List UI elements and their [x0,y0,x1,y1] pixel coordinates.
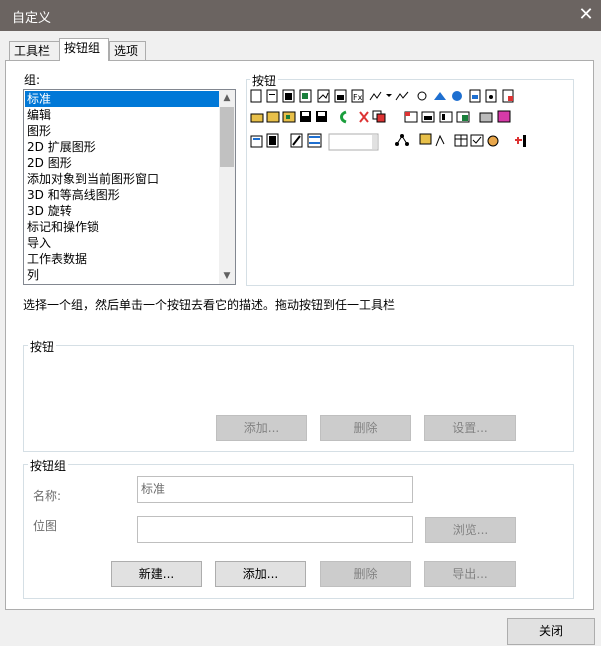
close-icon [359,111,369,123]
tab-options[interactable]: 选项 [109,41,146,60]
list-item[interactable]: 标记和操作锁 [25,219,220,235]
new-workbook-icon [266,89,278,103]
list-item[interactable]: 布局 [25,283,220,284]
list-item[interactable]: 2D 扩展图形 [25,139,220,155]
list-item[interactable]: 工作表数据 [25,251,220,267]
bitmap-field[interactable] [137,516,413,543]
new-project-icon [250,89,262,103]
code-builder-icon [290,133,303,148]
new-function-icon: Fx [351,89,364,103]
add-button[interactable]: 添加... [216,415,307,441]
refresh-icon [497,110,511,123]
print2-icon [456,111,470,123]
new-2d-plot-icon [369,91,392,101]
settings-button[interactable]: 设置... [424,415,516,441]
new-layout-icon [395,91,409,101]
new-matrix-icon [334,89,347,103]
template-icon [434,92,446,100]
name-field[interactable]: 标准 [137,476,413,503]
merge-icon [421,111,435,123]
table-icon [454,134,468,147]
command-window-icon [266,133,279,148]
export-icon [485,89,497,103]
svg-text:Fx: Fx [353,93,363,102]
calculator-icon [470,134,484,147]
save-project-icon [300,111,311,122]
list-item[interactable]: 图形 [25,123,220,139]
new-excel-icon [299,89,312,103]
open-excel-icon [282,111,296,123]
tab-button-groups[interactable]: 按钮组 [59,38,109,61]
groups-label: 组: [24,73,41,87]
list-item[interactable]: 3D 旋转 [25,203,220,219]
results-log-icon [250,135,263,148]
buttongroup-section-label: 按钮组 [28,457,69,474]
list-item[interactable]: 2D 图形 [25,155,220,171]
import-icon [469,89,481,103]
insert-icon [515,135,526,147]
title-bar: 自定义 ✕ [0,0,601,31]
project-explorer-icon [479,112,493,123]
arrange-icon [439,111,453,123]
print-icon [502,89,514,103]
scroll-thumb[interactable] [220,107,234,167]
add-group-button[interactable]: 添加... [215,561,306,587]
copy-page-icon [372,110,386,123]
new-graph-icon [317,89,330,103]
open-folder-icon [250,113,264,123]
new-button[interactable]: 新建... [111,561,202,587]
tab-toolbars[interactable]: 工具栏 [9,41,60,60]
list-item[interactable]: 3D 和等高线图形 [25,187,220,203]
delete-group-button[interactable]: 删除 [320,561,411,587]
data-display-icon [419,133,432,145]
browse-button[interactable]: 浏览... [425,517,516,543]
message-log-icon [307,133,322,148]
layer-icon [328,133,379,151]
bitmap-label: 位图 [33,519,58,533]
new-worksheet-icon [282,89,295,103]
chevron-down-icon[interactable]: ▼ [219,268,235,284]
chevron-up-icon[interactable]: ▲ [219,90,235,106]
tree-icon [395,134,409,146]
save-template-icon [316,111,327,122]
open-template-icon [266,111,280,123]
groups-listbox[interactable]: 标准 编辑 图形 2D 扩展图形 2D 图形 添加对象到当前图形窗口 3D 和等… [23,89,236,285]
button-group-label: 按钮 [28,338,57,355]
open-icon [417,91,427,101]
toolbar-icons: Fx [250,89,526,151]
description-text: 选择一个组，然后单击一个按钮去看它的描述。拖动按钮到任一工具栏 [23,298,396,312]
window-title: 自定义 [12,11,52,26]
close-button[interactable]: 关闭 [507,618,595,645]
list-item[interactable]: 标准 [25,91,220,107]
export-button[interactable]: 导出... [424,561,516,587]
delete-button[interactable]: 删除 [320,415,411,441]
data-reader-icon [435,134,445,147]
list-item[interactable]: 添加对象到当前图形窗口 [25,171,220,187]
color-icon [487,135,499,147]
list-item[interactable]: 导入 [25,235,220,251]
groups-scrollbar[interactable]: ▲ ▼ [219,90,235,284]
recalculate-icon [340,110,347,124]
save-icon [452,91,462,101]
list-item[interactable]: 编辑 [25,107,220,123]
close-icon[interactable]: ✕ [574,3,598,27]
list-item[interactable]: 列 [25,267,220,283]
add-layer-icon [404,111,418,123]
name-label: 名称: [33,489,62,503]
buttons-area-label: 按钮 [250,72,279,89]
